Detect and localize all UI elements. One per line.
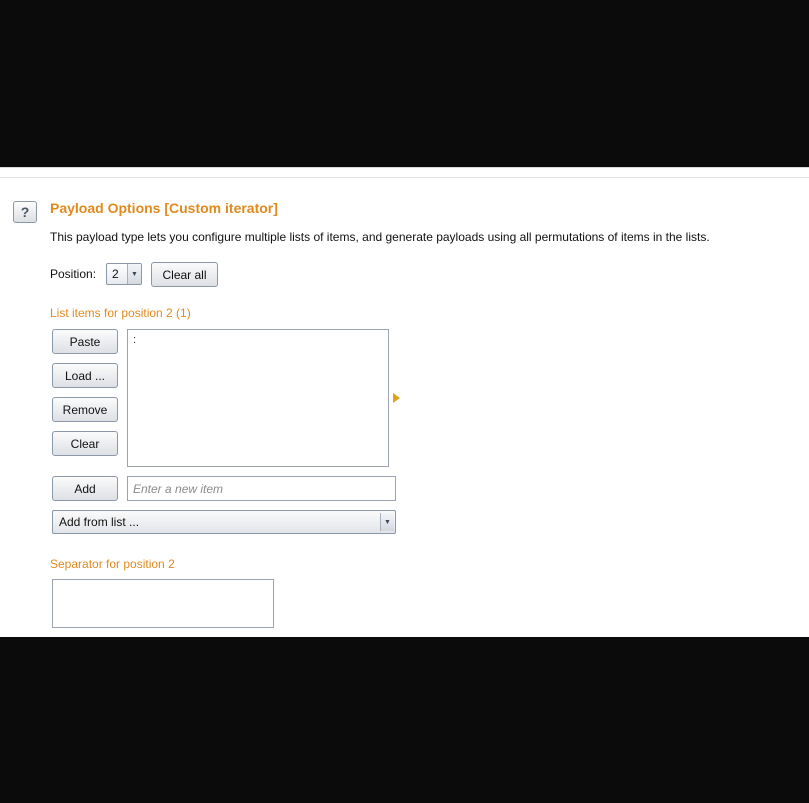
list-items-box[interactable]: :	[127, 329, 389, 467]
remove-button[interactable]: Remove	[52, 397, 118, 422]
question-mark-icon: ?	[20, 204, 30, 220]
help-button[interactable]: ?	[13, 201, 37, 223]
add-button[interactable]: Add	[52, 476, 118, 501]
clear-all-button[interactable]: Clear all	[151, 262, 218, 287]
separator-label: Separator for position 2	[50, 557, 175, 571]
add-from-list-select[interactable]: Add from list ... ▼	[52, 510, 396, 534]
list-item[interactable]: :	[128, 330, 388, 346]
chevron-down-icon[interactable]: ▼	[127, 264, 141, 284]
section-title: Payload Options [Custom iterator]	[50, 200, 278, 216]
clear-button[interactable]: Clear	[52, 431, 118, 456]
add-from-list-value: Add from list ...	[59, 515, 140, 529]
position-select-value: 2	[112, 267, 119, 281]
position-label: Position:	[50, 267, 97, 281]
paste-button[interactable]: Paste	[52, 329, 118, 354]
list-items-label: List items for position 2 (1)	[50, 306, 191, 320]
chevron-down-icon[interactable]: ▼	[380, 513, 394, 531]
position-select[interactable]: 2 ▼	[106, 263, 142, 285]
load-button[interactable]: Load ...	[52, 363, 118, 388]
separator-input[interactable]	[52, 579, 274, 628]
expand-arrow-icon[interactable]	[393, 393, 400, 403]
payload-options-panel: ? Payload Options [Custom iterator] This…	[0, 167, 809, 637]
new-item-input[interactable]	[127, 476, 396, 501]
section-description: This payload type lets you configure mul…	[50, 230, 710, 244]
